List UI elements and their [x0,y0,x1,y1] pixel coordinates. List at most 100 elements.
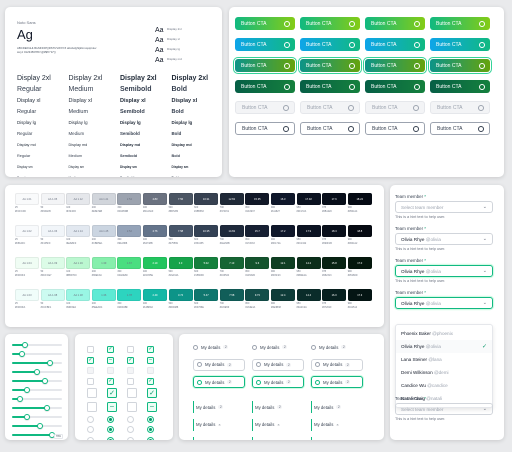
radio-button[interactable] [147,426,154,434]
checkbox[interactable]: – [107,356,114,364]
cta-button[interactable]: Button CTA [233,57,297,74]
checkbox[interactable]: ✓ [107,346,114,353]
slider-handle[interactable] [16,395,23,402]
slider-handle[interactable] [19,350,25,357]
checkbox[interactable]: – [147,356,154,364]
slider-handle[interactable] [36,422,43,429]
select-input[interactable]: Olivia Rhye @olivia ⌄ [395,233,493,245]
checkbox[interactable] [87,388,97,399]
checkbox[interactable] [147,367,154,375]
tag-item[interactable]: My details× [193,418,251,431]
select-option[interactable]: Lana Steiner @lana [396,353,492,366]
range-slider[interactable] [12,421,62,430]
slider-handle[interactable] [41,377,48,384]
range-slider[interactable] [12,403,62,412]
checkbox[interactable] [87,401,97,412]
tag-item[interactable]: My details 2 [311,401,369,414]
cta-button[interactable]: Button CTA [235,101,295,114]
radio-button[interactable] [127,436,134,440]
slider-handle[interactable] [46,359,53,366]
checkbox[interactable] [87,377,94,385]
radio-button[interactable] [127,415,134,423]
radio-button[interactable] [107,415,114,423]
tag-item[interactable]: My details 2 [193,376,245,389]
checkbox[interactable] [127,367,134,375]
tag-item[interactable]: My details× [311,418,369,431]
cta-button[interactable]: Button CTA [235,80,295,93]
select-option[interactable]: Candice Wu @candice [396,379,492,392]
tag-item[interactable]: My details 2 [252,401,310,414]
checkbox[interactable] [127,346,134,353]
tag-item[interactable]: My details 2 [311,376,363,389]
range-slider[interactable] [12,385,62,394]
radio-button[interactable] [87,426,94,434]
radio-button[interactable] [107,426,114,434]
tag-item[interactable]: My details× [252,436,310,440]
select-option[interactable]: Phoenix Baker @phoenix [396,327,492,340]
slider-handle[interactable] [24,386,30,393]
radio-button[interactable] [147,415,154,423]
slider-handle[interactable] [34,368,40,375]
slider-handle[interactable] [44,404,50,411]
checkbox[interactable]: ✓ [87,356,94,364]
cta-button[interactable]: Button CTA [300,38,360,51]
tag-item[interactable]: My details× [193,436,251,440]
select-input[interactable]: Select team member ⌄ [395,201,493,213]
checkbox[interactable]: – [147,401,157,412]
cta-button[interactable]: Button CTA [300,101,360,114]
range-slider[interactable] [12,394,62,403]
tag-item[interactable]: My details 2 [252,376,304,389]
radio-button[interactable] [87,415,94,423]
cta-button[interactable]: Button CTA [365,101,425,114]
cta-button[interactable]: Button CTA [430,80,490,93]
range-slider[interactable] [12,340,62,349]
checkbox[interactable]: ✓ [127,356,134,364]
select-option[interactable]: Olivia Rhye @olivia ✓ [396,340,492,353]
cta-button[interactable]: Button CTA [298,57,362,74]
cta-button[interactable]: Button CTA [365,38,425,51]
tag-item[interactable]: My details 2 [193,358,245,371]
cta-button[interactable]: Button CTA [363,57,427,74]
select-input[interactable]: Select team member ⌄ [395,403,493,415]
tag-item[interactable]: My details 2 [252,358,304,371]
cta-button[interactable]: Button CTA [430,101,490,114]
checkbox[interactable]: – [107,401,117,412]
select-input[interactable]: Olivia Rhye @olivia ⌄ [395,297,493,309]
cta-button[interactable]: Button CTA [300,17,360,30]
radio-button[interactable] [147,436,154,440]
tag-item[interactable]: My details× [311,436,369,440]
range-slider[interactable] [12,349,62,358]
cta-button[interactable]: Button CTA [235,38,295,51]
tag-item[interactable]: My details 2 [193,341,251,353]
cta-button[interactable]: Button CTA [300,122,360,135]
checkbox[interactable] [127,401,137,412]
checkbox[interactable]: ✓ [147,377,154,385]
select-input[interactable]: Olivia Rhye @olivia ⌄ [395,265,493,277]
checkbox[interactable] [87,367,94,375]
range-slider[interactable] [12,412,62,421]
cta-button[interactable]: Button CTA [428,57,492,74]
cta-button[interactable]: Button CTA [235,122,295,135]
cta-button[interactable]: Button CTA [365,80,425,93]
radio-button[interactable] [87,436,94,440]
cta-button[interactable]: Button CTA [365,122,425,135]
checkbox[interactable]: ✓ [107,377,114,385]
cta-button[interactable]: Button CTA [235,17,295,30]
checkbox[interactable] [87,346,94,353]
radio-button[interactable] [107,436,114,440]
tag-item[interactable]: My details 2 [311,358,363,371]
tag-item[interactable]: My details 2 [193,401,251,414]
checkbox[interactable] [127,388,137,399]
cta-button[interactable]: Button CTA [365,17,425,30]
range-slider[interactable] [12,376,62,385]
range-slider[interactable] [12,358,62,367]
cta-button[interactable]: Button CTA [300,80,360,93]
slider-handle[interactable] [21,341,28,348]
tag-item[interactable]: My details 2 [311,341,369,353]
select-option[interactable]: Demi Wilkinson @demi [396,366,492,379]
tag-item[interactable]: My details 2 [252,341,310,353]
cta-button[interactable]: Button CTA [430,122,490,135]
tag-item[interactable]: My details× [252,418,310,431]
checkbox[interactable]: ✓ [147,388,157,399]
checkbox[interactable] [107,367,114,375]
